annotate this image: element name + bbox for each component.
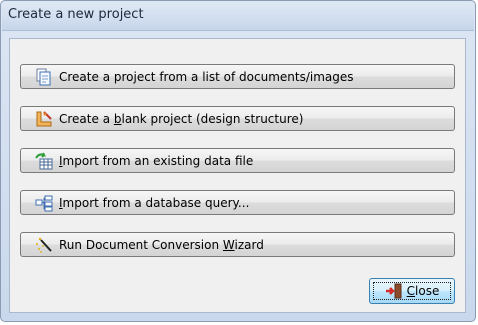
wizard-wand-icon xyxy=(36,237,52,253)
create-project-dialog: Create a new project Create a project fr… xyxy=(0,0,476,322)
close-button[interactable]: Close xyxy=(369,278,455,304)
import-database-query-button[interactable]: Import from a database query... xyxy=(20,190,455,215)
create-blank-project-button[interactable]: Create a blank project (design structure… xyxy=(20,106,455,131)
exit-door-icon xyxy=(385,283,402,299)
run-conversion-wizard-button[interactable]: Run Document Conversion Wizard xyxy=(20,232,455,257)
button-label: Import from a database query... xyxy=(59,195,250,210)
close-label: Close xyxy=(406,284,440,298)
table-import-icon xyxy=(35,152,53,169)
documents-icon xyxy=(36,68,51,85)
dialog-panel: Create a project from a list of document… xyxy=(9,38,466,313)
button-label: Create a project from a list of document… xyxy=(59,69,354,84)
create-from-documents-button[interactable]: Create a project from a list of document… xyxy=(20,64,455,89)
dialog-title: Create a new project xyxy=(8,7,144,22)
button-label: Create a blank project (design structure… xyxy=(59,111,304,126)
design-ruler-icon xyxy=(36,110,52,126)
button-label: Run Document Conversion Wizard xyxy=(59,237,264,252)
dialog-titlebar: Create a new project xyxy=(2,2,474,31)
button-label: Import from an existing data file xyxy=(59,153,254,168)
database-query-icon xyxy=(35,195,53,211)
import-data-file-button[interactable]: Import from an existing data file xyxy=(20,148,455,173)
